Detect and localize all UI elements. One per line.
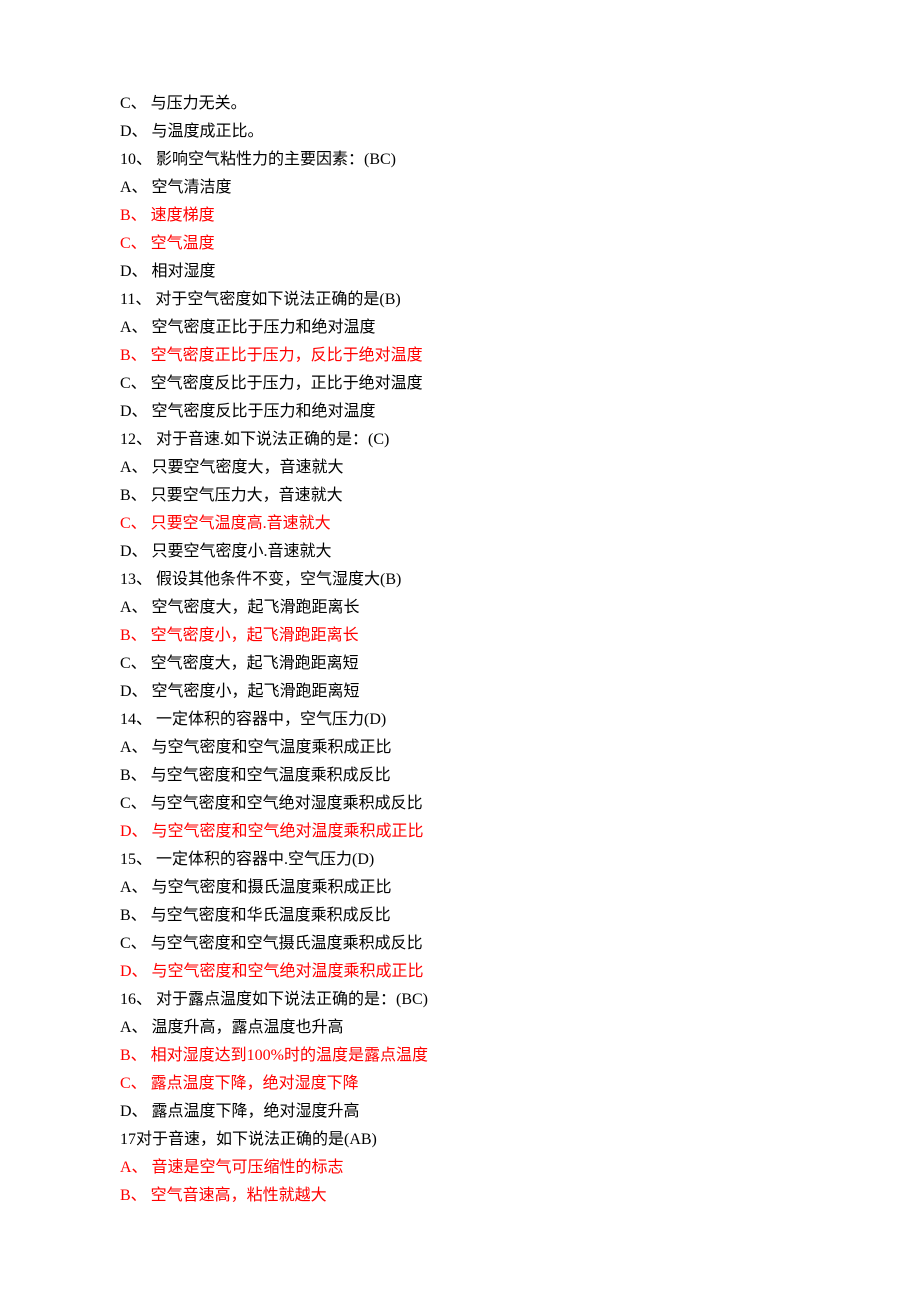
text-line: B、 空气密度小，起飞滑跑距离长 [120, 622, 800, 650]
text-line: 15、 一定体积的容器中.空气压力(D) [120, 846, 800, 874]
text-line: 12、 对于音速.如下说法正确的是：(C) [120, 426, 800, 454]
text-line: C、 与压力无关。 [120, 90, 800, 118]
text-line: D、 空气密度反比于压力和绝对温度 [120, 398, 800, 426]
text-line: A、 空气清洁度 [120, 174, 800, 202]
text-line: D、 空气密度小，起飞滑跑距离短 [120, 678, 800, 706]
text-line: 10、 影响空气粘性力的主要因素：(BC) [120, 146, 800, 174]
text-line: 11、 对于空气密度如下说法正确的是(B) [120, 286, 800, 314]
text-line: B、 与空气密度和空气温度乘积成反比 [120, 762, 800, 790]
text-line: A、 空气密度正比于压力和绝对温度 [120, 314, 800, 342]
text-line: A、 温度升高，露点温度也升高 [120, 1014, 800, 1042]
text-line: D、 露点温度下降，绝对湿度升高 [120, 1098, 800, 1126]
text-line: A、 音速是空气可压缩性的标志 [120, 1154, 800, 1182]
text-line: C、 空气温度 [120, 230, 800, 258]
text-line: A、 只要空气密度大，音速就大 [120, 454, 800, 482]
text-line: C、 只要空气温度高.音速就大 [120, 510, 800, 538]
text-line: C、 露点温度下降，绝对湿度下降 [120, 1070, 800, 1098]
text-line: 16、 对于露点温度如下说法正确的是：(BC) [120, 986, 800, 1014]
text-line: B、 与空气密度和华氏温度乘积成反比 [120, 902, 800, 930]
text-line: C、 空气密度反比于压力，正比于绝对温度 [120, 370, 800, 398]
text-line: C、 与空气密度和空气摄氏温度乘积成反比 [120, 930, 800, 958]
text-line: D、 只要空气密度小.音速就大 [120, 538, 800, 566]
text-line: B、 只要空气压力大，音速就大 [120, 482, 800, 510]
text-line: A、 与空气密度和空气温度乘积成正比 [120, 734, 800, 762]
text-line: B、 相对湿度达到100%时的温度是露点温度 [120, 1042, 800, 1070]
text-line: B、 空气音速高，粘性就越大 [120, 1182, 800, 1210]
text-line: A、 与空气密度和摄氏温度乘积成正比 [120, 874, 800, 902]
text-line: C、 与空气密度和空气绝对湿度乘积成反比 [120, 790, 800, 818]
text-line: D、 与空气密度和空气绝对温度乘积成正比 [120, 958, 800, 986]
text-line: D、 相对湿度 [120, 258, 800, 286]
text-line: A、 空气密度大，起飞滑跑距离长 [120, 594, 800, 622]
text-line: C、 空气密度大，起飞滑跑距离短 [120, 650, 800, 678]
text-line: B、 空气密度正比于压力，反比于绝对温度 [120, 342, 800, 370]
document-page: C、 与压力无关。D、 与温度成正比。10、 影响空气粘性力的主要因素：(BC)… [0, 0, 920, 1302]
text-line: 14、 一定体积的容器中，空气压力(D) [120, 706, 800, 734]
text-line: 17对于音速，如下说法正确的是(AB) [120, 1126, 800, 1154]
text-line: D、 与温度成正比。 [120, 118, 800, 146]
text-line: D、 与空气密度和空气绝对温度乘积成正比 [120, 818, 800, 846]
text-line: 13、 假设其他条件不变，空气湿度大(B) [120, 566, 800, 594]
text-line: B、 速度梯度 [120, 202, 800, 230]
